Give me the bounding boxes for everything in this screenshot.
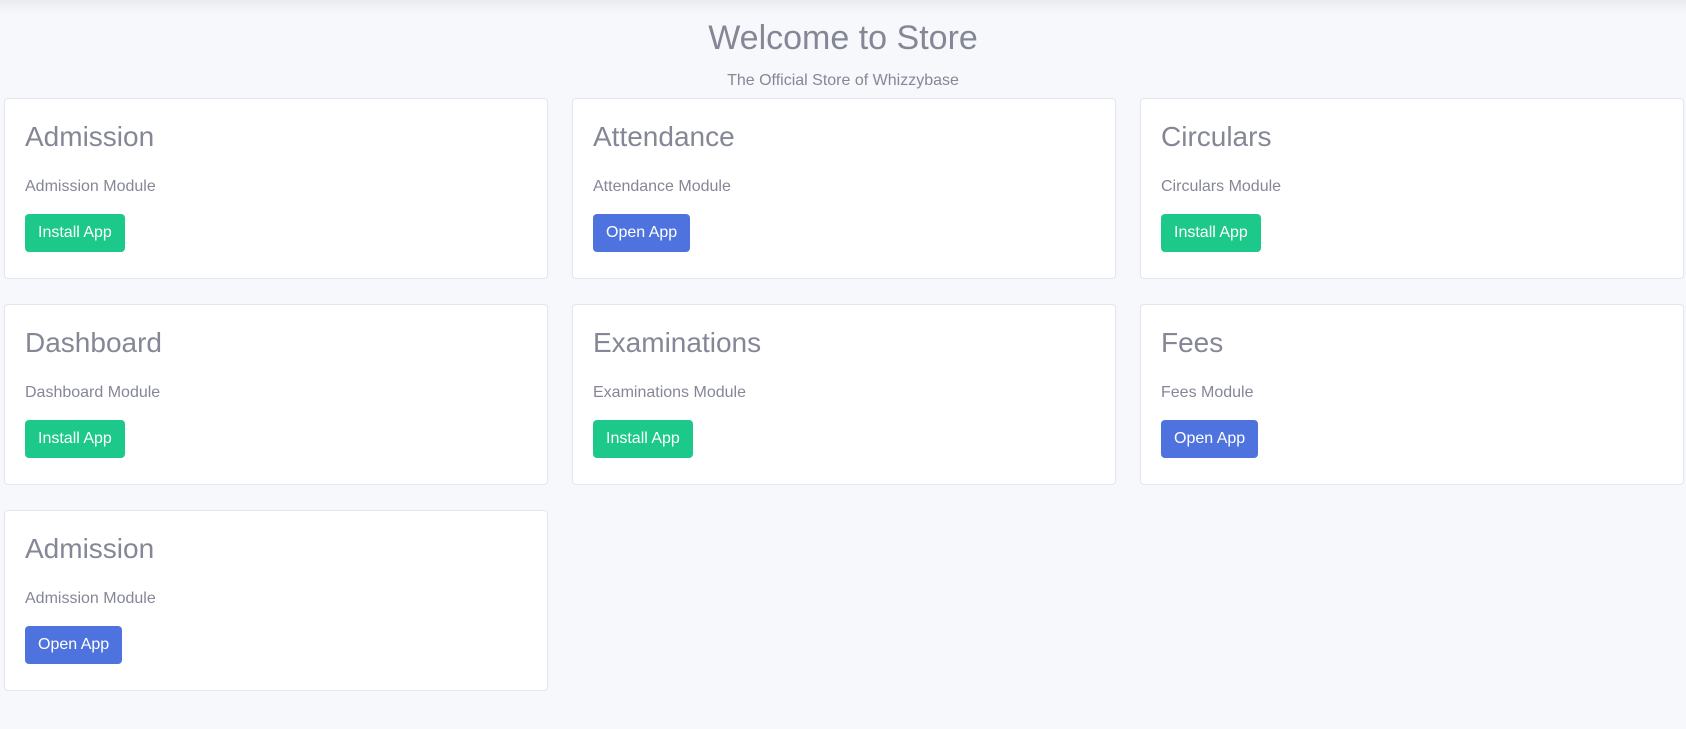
app-card-admission: Admission Admission Module Install App <box>4 98 548 279</box>
app-title: Admission <box>25 121 155 152</box>
app-title: Dashboard <box>25 327 162 358</box>
page-title: Welcome to Store <box>708 19 978 57</box>
app-description: Examinations Module <box>593 384 746 401</box>
store-header: Welcome to Store The Official Store of W… <box>0 16 1686 92</box>
app-title: Circulars <box>1161 121 1272 152</box>
app-grid: Admission Admission Module Install App A… <box>4 98 1684 691</box>
app-title: Examinations <box>593 327 762 358</box>
app-card-admission: Admission Admission Module Open App <box>4 510 548 691</box>
app-title: Fees <box>1161 327 1224 358</box>
app-card-dashboard: Dashboard Dashboard Module Install App <box>4 304 548 485</box>
app-description: Circulars Module <box>1161 178 1282 195</box>
topbar-shadow <box>0 0 1686 14</box>
install-app-button[interactable]: Install App <box>593 420 693 458</box>
open-app-button[interactable]: Open App <box>1161 420 1259 458</box>
app-card-fees: Fees Fees Module Open App <box>1140 304 1684 485</box>
app-description: Admission Module <box>25 178 156 195</box>
app-title: Attendance <box>593 121 735 152</box>
install-app-button[interactable]: Install App <box>25 214 125 252</box>
app-title: Admission <box>25 533 155 564</box>
app-description: Dashboard Module <box>25 384 161 401</box>
app-card-attendance: Attendance Attendance Module Open App <box>572 98 1116 279</box>
open-app-button[interactable]: Open App <box>25 626 123 664</box>
app-description: Attendance Module <box>593 178 731 195</box>
install-app-button[interactable]: Install App <box>25 420 125 458</box>
app-description: Fees Module <box>1161 384 1254 401</box>
app-card-examinations: Examinations Examinations Module Install… <box>572 304 1116 485</box>
app-card-circulars: Circulars Circulars Module Install App <box>1140 98 1684 279</box>
open-app-button[interactable]: Open App <box>593 214 691 252</box>
install-app-button[interactable]: Install App <box>1161 214 1261 252</box>
page-subtitle: The Official Store of Whizzybase <box>727 72 959 89</box>
app-description: Admission Module <box>25 590 156 607</box>
